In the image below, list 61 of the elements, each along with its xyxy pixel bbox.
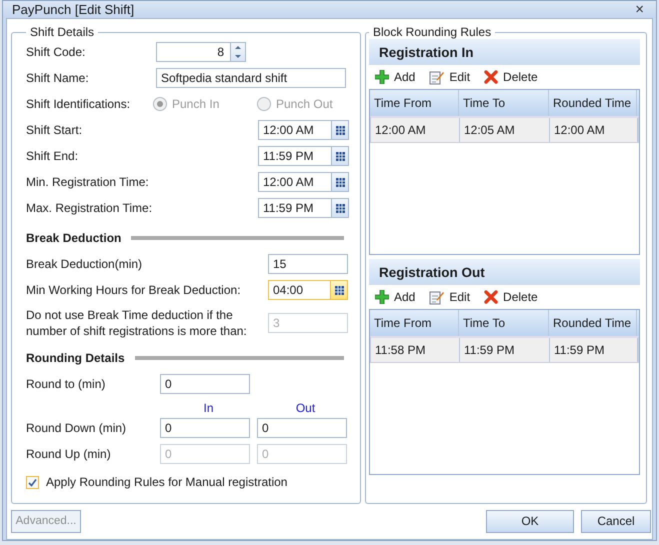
field-label: Shift End: (26, 149, 80, 163)
grid-icon[interactable] (336, 152, 344, 160)
field-label: Shift Name: (26, 71, 90, 85)
field-label: Break Deduction(min) (26, 256, 144, 272)
number-field[interactable]: 15 (268, 254, 348, 274)
plus-icon (375, 290, 389, 304)
toolbar-button[interactable]: Edit (427, 70, 474, 84)
table-cell: 11:58 PM (371, 338, 460, 362)
notepad-pencil-icon (429, 290, 444, 304)
notepad-pencil-icon (429, 70, 444, 84)
section-heading: Rounding Details (26, 351, 125, 365)
time-field[interactable]: 11:59 PM (258, 198, 349, 218)
checkbox-label: Apply Rounding Rules for Manual registration (46, 475, 288, 489)
section-header: Registration In (369, 39, 640, 65)
column-heading: Out (294, 401, 316, 415)
number-field[interactable]: 0 (160, 374, 250, 394)
table-cell: 12:00 AM (371, 118, 460, 142)
close-button[interactable]: × (631, 1, 648, 18)
number-field[interactable]: 0 (160, 418, 250, 438)
toolbar-button[interactable]: Delete (482, 70, 542, 84)
group-title: Shift Details (29, 25, 96, 39)
field-label: Shift Identifications: (26, 97, 132, 111)
grid-icon[interactable] (336, 204, 344, 212)
table-cell: 11:59 PM (550, 338, 638, 362)
field-label: Do not use Break Time deduction if the number of shift registrations is more than: (26, 307, 248, 339)
field-label: Shift Start: (26, 123, 84, 137)
checkbox[interactable] (26, 476, 39, 488)
group-title: Block Rounding Rules (372, 25, 492, 39)
table-cell: 11:59 PM (460, 338, 550, 362)
section-header: Registration Out (369, 259, 640, 285)
field-label: Max. Registration Time: (26, 201, 154, 215)
field-label: Shift Code: (26, 45, 86, 59)
number-field[interactable]: 0 (257, 418, 347, 438)
field-label: Min. Registration Time: (26, 175, 150, 189)
cancel-button[interactable]: Cancel (581, 510, 651, 532)
field-label: Round to (min) (26, 377, 106, 391)
field-label: Round Down (min) (26, 421, 128, 435)
delete-icon (484, 290, 498, 304)
plus-icon (375, 70, 389, 84)
window-title: PayPunch [Edit Shift] (12, 2, 136, 17)
table-cell: 12:05 AM (460, 118, 550, 142)
shift-code-spinner[interactable]: 8 (156, 42, 246, 62)
toolbar-button[interactable]: Add (373, 290, 420, 304)
field-label: Min Working Hours for Break Deduction: (26, 282, 242, 298)
number-field[interactable]: 04:00 (268, 280, 348, 300)
table-cell: 12:00 AM (550, 118, 638, 142)
section-heading: Break Deduction (26, 231, 122, 245)
grid-icon[interactable] (334, 286, 344, 294)
grid-icon[interactable] (336, 178, 344, 186)
field-label: Round Up (min) (26, 447, 112, 461)
toolbar-button[interactable]: Delete (482, 290, 542, 304)
toolbar-button[interactable]: Edit (427, 290, 474, 304)
toolbar-button[interactable]: Add (373, 70, 420, 84)
column-heading: In (202, 401, 214, 415)
shift-name-field[interactable]: Softpedia standard shift (156, 68, 346, 88)
delete-icon (484, 70, 498, 84)
time-field[interactable]: 12:00 AM (258, 172, 349, 192)
grid-icon[interactable] (336, 126, 344, 134)
ok-button[interactable]: OK (486, 510, 574, 532)
time-field[interactable]: 12:00 AM (258, 120, 349, 140)
time-field[interactable]: 11:59 PM (258, 146, 349, 166)
